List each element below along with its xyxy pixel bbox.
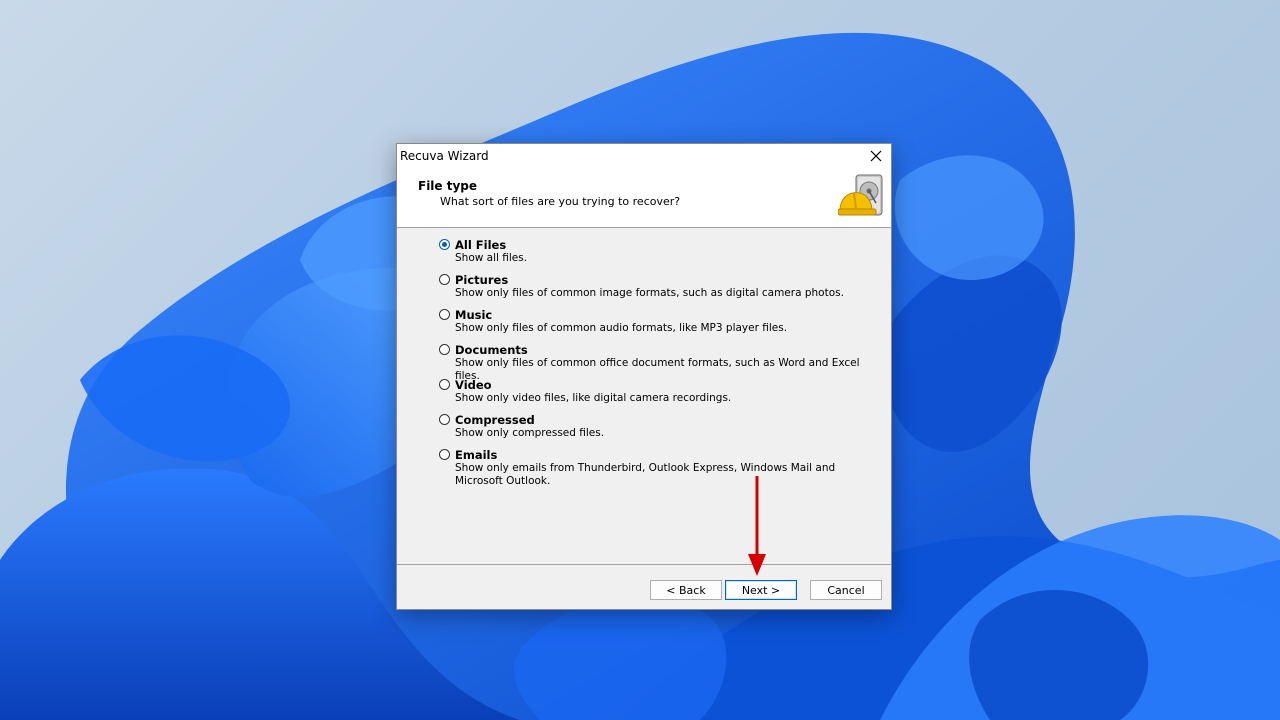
option-description: Show only files of common office documen… — [455, 357, 860, 382]
option-label[interactable]: Documents — [455, 343, 528, 357]
recuva-wizard-dialog: Recuva Wizard File type What sort of fil… — [396, 143, 892, 610]
hard-drive-hardhat-icon — [838, 174, 883, 216]
radio-emails[interactable] — [439, 449, 450, 460]
annotation-arrow-icon — [748, 476, 766, 576]
option-description: Show all files. — [455, 252, 528, 264]
radio-pictures[interactable] — [439, 274, 450, 285]
radio-documents[interactable] — [439, 344, 450, 355]
option-label[interactable]: Pictures — [455, 273, 508, 287]
radio-all-files[interactable] — [439, 239, 450, 250]
option-label[interactable]: Video — [455, 378, 492, 392]
option-label[interactable]: Music — [455, 308, 492, 322]
wizard-header: File type What sort of files are you try… — [397, 169, 891, 228]
option-description: Show only compressed files. — [455, 427, 605, 439]
radio-music[interactable] — [439, 309, 450, 320]
radio-compressed[interactable] — [439, 414, 450, 425]
option-description: Show only files of common image formats,… — [455, 287, 844, 299]
cancel-button[interactable]: Cancel — [810, 580, 882, 600]
close-icon — [870, 150, 882, 162]
option-description: Show only files of common audio formats,… — [455, 322, 788, 334]
window-title: Recuva Wizard — [400, 149, 489, 163]
next-button[interactable]: Next > — [725, 580, 797, 600]
option-description: Show only emails from Thunderbird, Outlo… — [455, 462, 836, 487]
option-label[interactable]: All Files — [455, 238, 506, 252]
close-button[interactable] — [861, 144, 891, 169]
title-bar[interactable]: Recuva Wizard — [397, 144, 891, 169]
radio-video[interactable] — [439, 379, 450, 390]
option-description: Show only video files, like digital came… — [455, 392, 732, 404]
page-subtitle: What sort of files are you trying to rec… — [440, 195, 681, 208]
option-label[interactable]: Compressed — [455, 413, 535, 427]
back-button[interactable]: < Back — [650, 580, 722, 600]
option-label[interactable]: Emails — [455, 448, 497, 462]
page-title: File type — [418, 179, 478, 193]
footer-divider — [397, 564, 891, 565]
